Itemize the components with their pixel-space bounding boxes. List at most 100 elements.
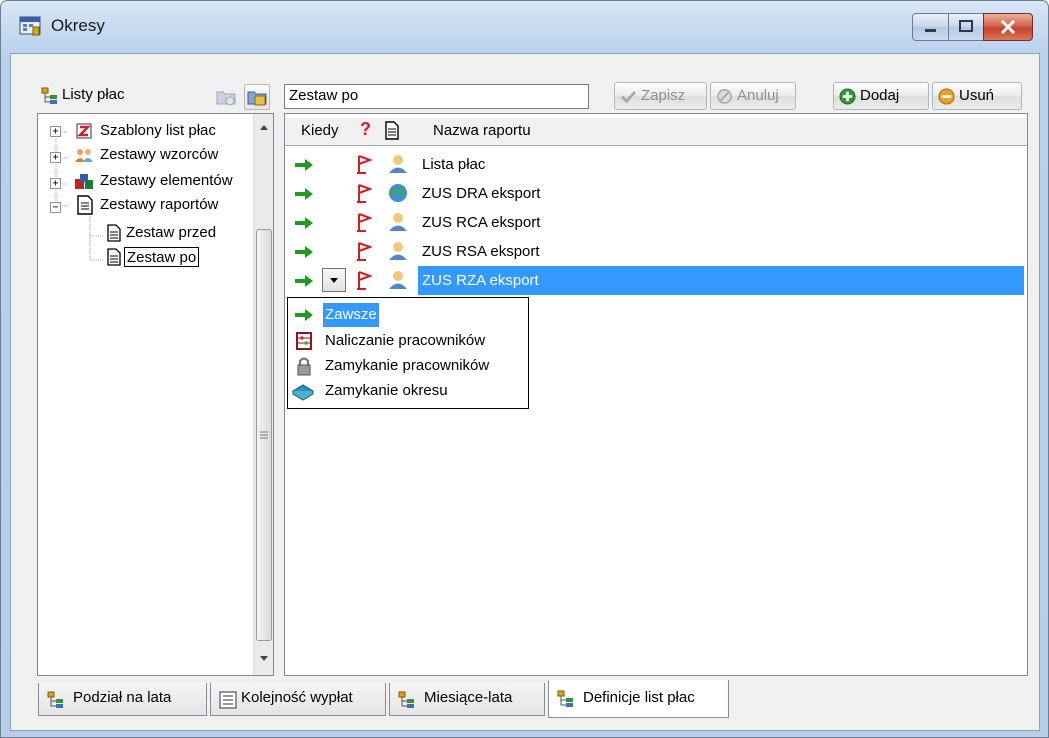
option-label: Zamykanie okresu [325, 382, 448, 399]
open-folder-button[interactable] [244, 84, 270, 110]
person-icon [389, 242, 407, 260]
person-icon [389, 155, 407, 173]
option-label: Naliczanie pracowników [325, 332, 486, 349]
title-bar[interactable]: Okresy [1, 1, 1048, 53]
tree-item-elementow[interactable]: Zestawy elementów [70, 170, 274, 192]
remove-icon [938, 88, 955, 105]
green-arrow-icon [295, 275, 313, 287]
expander-raportow[interactable]: − [50, 202, 61, 213]
green-arrow-icon [295, 188, 313, 200]
abacus-icon [296, 332, 312, 350]
tree-structure-icon [557, 690, 573, 707]
report-name: ZUS RSA eksport [422, 243, 540, 260]
green-arrow-icon [295, 159, 313, 171]
tree-structure-icon [398, 691, 414, 708]
tree-structure-icon [47, 691, 63, 708]
new-folder-button[interactable] [213, 84, 239, 110]
new-folder-icon [216, 91, 236, 106]
cancel-icon [717, 89, 732, 104]
minimize-icon [925, 29, 936, 32]
tree-scrollbar[interactable] [253, 114, 273, 675]
report-name: ZUS RZA eksport [420, 270, 541, 292]
grip-icon [260, 431, 268, 439]
maximize-button[interactable] [948, 13, 984, 41]
expander-elementow[interactable]: + [50, 178, 61, 189]
maximize-icon [959, 20, 973, 32]
header-report-icon [385, 121, 399, 140]
expander-wzorcow[interactable]: + [50, 152, 61, 163]
report-icon [77, 195, 93, 215]
tab-label: Podział na lata [73, 689, 172, 706]
option-label: Zawsze [322, 302, 380, 328]
cancel-button[interactable]: Anuluj [710, 82, 796, 110]
tree-label: Zestawy elementów [100, 172, 233, 189]
set-name-input[interactable]: Zestaw po [284, 84, 589, 109]
header-question[interactable]: ? [360, 119, 371, 140]
green-arrow-icon [295, 246, 313, 258]
list-icon [219, 691, 237, 709]
green-arrow-icon [295, 217, 313, 229]
window-title: Okresy [51, 16, 105, 35]
elements-icon [75, 174, 93, 189]
when-dropdown-button[interactable] [322, 268, 346, 292]
add-icon [839, 88, 856, 105]
when-dropdown-list[interactable]: Zawsze Naliczanie pracowników Zamykanie … [287, 297, 529, 409]
flag-icon [357, 184, 372, 203]
table-row[interactable]: ZUS DRA eksport [286, 179, 1026, 208]
scroll-up-icon [260, 125, 268, 130]
minimize-button[interactable] [912, 13, 949, 41]
option-naliczanie[interactable]: Naliczanie pracowników [288, 329, 528, 353]
table-row-selected[interactable]: ZUS RZA eksport [286, 266, 1026, 295]
green-arrow-icon [295, 309, 313, 321]
scroll-down-icon [260, 656, 268, 661]
app-calendar-icon [19, 16, 41, 36]
option-zamykanie-pracownikow[interactable]: Zamykanie pracowników [288, 354, 528, 378]
expander-szablony[interactable]: + [50, 126, 61, 137]
person-icon [389, 271, 407, 289]
option-label: Zamykanie pracowników [325, 357, 490, 374]
table-row[interactable]: Lista płac [286, 150, 1026, 179]
chevron-down-icon [330, 278, 338, 283]
tab-label: Definicje list płac [583, 689, 695, 706]
add-label: Dodaj [860, 87, 900, 104]
tab-kolejnosc-wyplat[interactable]: Kolejność wypłat [210, 683, 386, 716]
close-button[interactable] [983, 13, 1033, 41]
report-name: Lista płac [422, 156, 486, 173]
save-label: Zapisz [641, 87, 686, 104]
remove-button[interactable]: Usuń [932, 82, 1022, 110]
option-zawsze[interactable]: Zawsze [288, 302, 528, 328]
tree-label: Zestaw przed [126, 224, 217, 241]
flag-icon [357, 155, 372, 174]
tab-definicje-list-plac[interactable]: Definicje list płac [548, 680, 729, 718]
report-icon [107, 248, 121, 266]
tree-label-selected: Zestaw po [124, 247, 200, 267]
tab-miesiace-lata[interactable]: Miesiące-lata [389, 683, 545, 716]
add-button[interactable]: Dodaj [833, 82, 929, 110]
check-icon [620, 90, 637, 104]
table-row[interactable]: ZUS RCA eksport [286, 208, 1026, 237]
header-when[interactable]: Kiedy [301, 122, 339, 139]
header-report-name[interactable]: Nazwa raportu [433, 122, 531, 139]
tree-label: Zestawy wzorców [100, 146, 219, 163]
tree-structure-icon [41, 87, 57, 104]
scroll-thumb[interactable] [256, 229, 272, 641]
cancel-label: Anuluj [737, 87, 779, 104]
book-icon [292, 384, 314, 401]
flag-icon [357, 213, 372, 232]
flag-icon [357, 242, 372, 261]
save-button[interactable]: Zapisz [614, 82, 707, 110]
remove-label: Usuń [959, 87, 995, 104]
table-row[interactable]: ZUS RSA eksport [286, 237, 1026, 266]
folder-icon [247, 91, 267, 106]
template-z-icon [76, 123, 92, 139]
tree-label: Szablony list płac [100, 122, 216, 139]
lock-icon [297, 357, 311, 376]
tab-podzial-na-lata[interactable]: Podział na lata [38, 683, 207, 716]
flag-icon [357, 271, 372, 290]
tree-label: Zestawy raportów [100, 196, 219, 213]
report-icon [107, 224, 121, 242]
option-zamykanie-okresu[interactable]: Zamykanie okresu [288, 379, 528, 403]
tab-label: Kolejność wypłat [241, 689, 353, 706]
tree-view[interactable]: + Szablony list płac + Zestawy wzorców +… [37, 113, 274, 676]
globe-icon [389, 184, 407, 202]
